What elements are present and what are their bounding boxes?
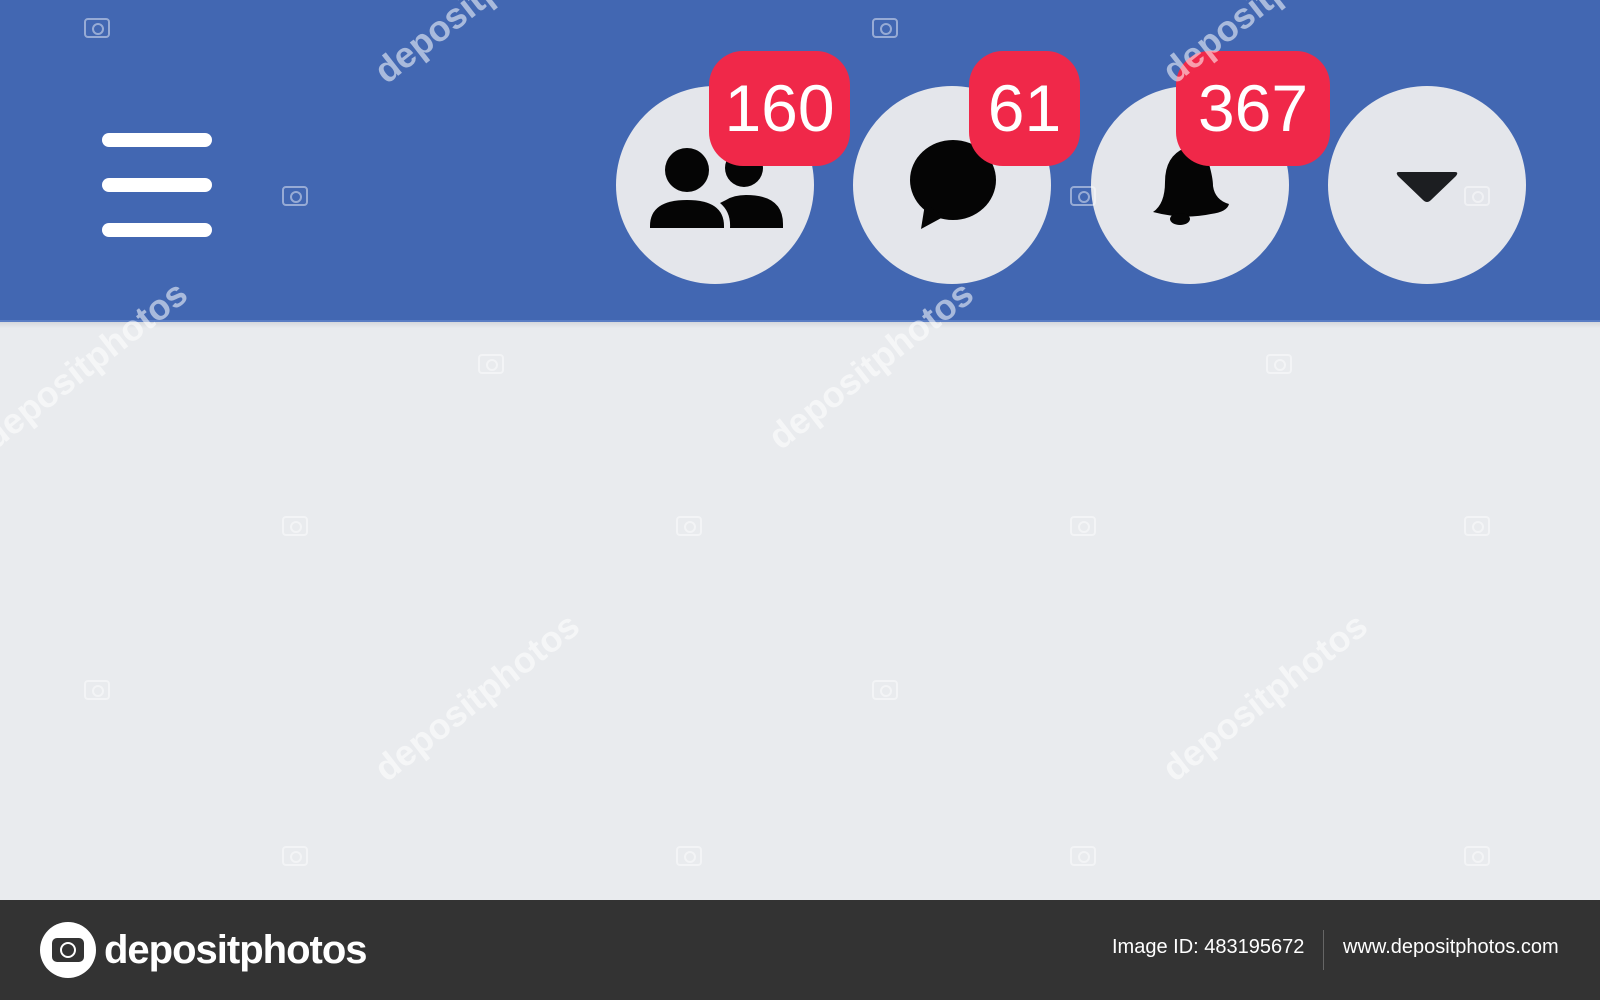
watermark-camera-icon xyxy=(1070,516,1096,536)
hamburger-menu-icon[interactable] xyxy=(102,133,212,241)
watermark-camera-icon xyxy=(1464,846,1490,866)
messages-count-badge[interactable]: 61 xyxy=(969,51,1080,166)
watermark-text: depositphotos xyxy=(366,0,587,92)
watermark-camera-icon xyxy=(282,846,308,866)
caret-down-icon xyxy=(1328,86,1526,284)
watermark-camera-icon xyxy=(282,186,308,206)
watermark-camera-icon xyxy=(282,516,308,536)
friends-count-badge[interactable]: 160 xyxy=(709,51,850,166)
watermark-camera-icon xyxy=(872,18,898,38)
watermark-camera-icon xyxy=(1464,516,1490,536)
notifications-count-badge[interactable]: 367 xyxy=(1176,51,1330,166)
stock-footer-bar: depositphotos Image ID: 483195672 www.de… xyxy=(0,900,1600,1000)
watermark-camera-icon xyxy=(872,680,898,700)
watermark-camera-icon xyxy=(84,680,110,700)
logo-text: depositphotos xyxy=(104,927,368,972)
hamburger-line xyxy=(102,223,212,237)
top-navigation-bar: 160 61 367 depositphotos depositphotos xyxy=(0,0,1600,322)
watermark-camera-icon xyxy=(478,354,504,374)
watermark-camera-icon xyxy=(1070,846,1096,866)
camera-logo-icon xyxy=(40,922,96,978)
watermark-camera-icon xyxy=(676,516,702,536)
account-menu-button[interactable] xyxy=(1328,86,1526,284)
watermark-text: depositphotos xyxy=(366,604,587,790)
hamburger-line xyxy=(102,178,212,192)
watermark-camera-icon xyxy=(84,18,110,38)
hamburger-line xyxy=(102,133,212,147)
footer-divider xyxy=(1323,930,1324,970)
depositphotos-logo: depositphotos xyxy=(40,922,368,978)
watermark-text: depositphotos xyxy=(1154,604,1375,790)
image-id: Image ID: 483195672 xyxy=(1112,936,1305,958)
content-area: depositphotos depositphotos depositphoto… xyxy=(0,272,1600,900)
footer-url: www.depositphotos.com xyxy=(1343,936,1559,958)
watermark-camera-icon xyxy=(1266,354,1292,374)
watermark-camera-icon xyxy=(676,846,702,866)
